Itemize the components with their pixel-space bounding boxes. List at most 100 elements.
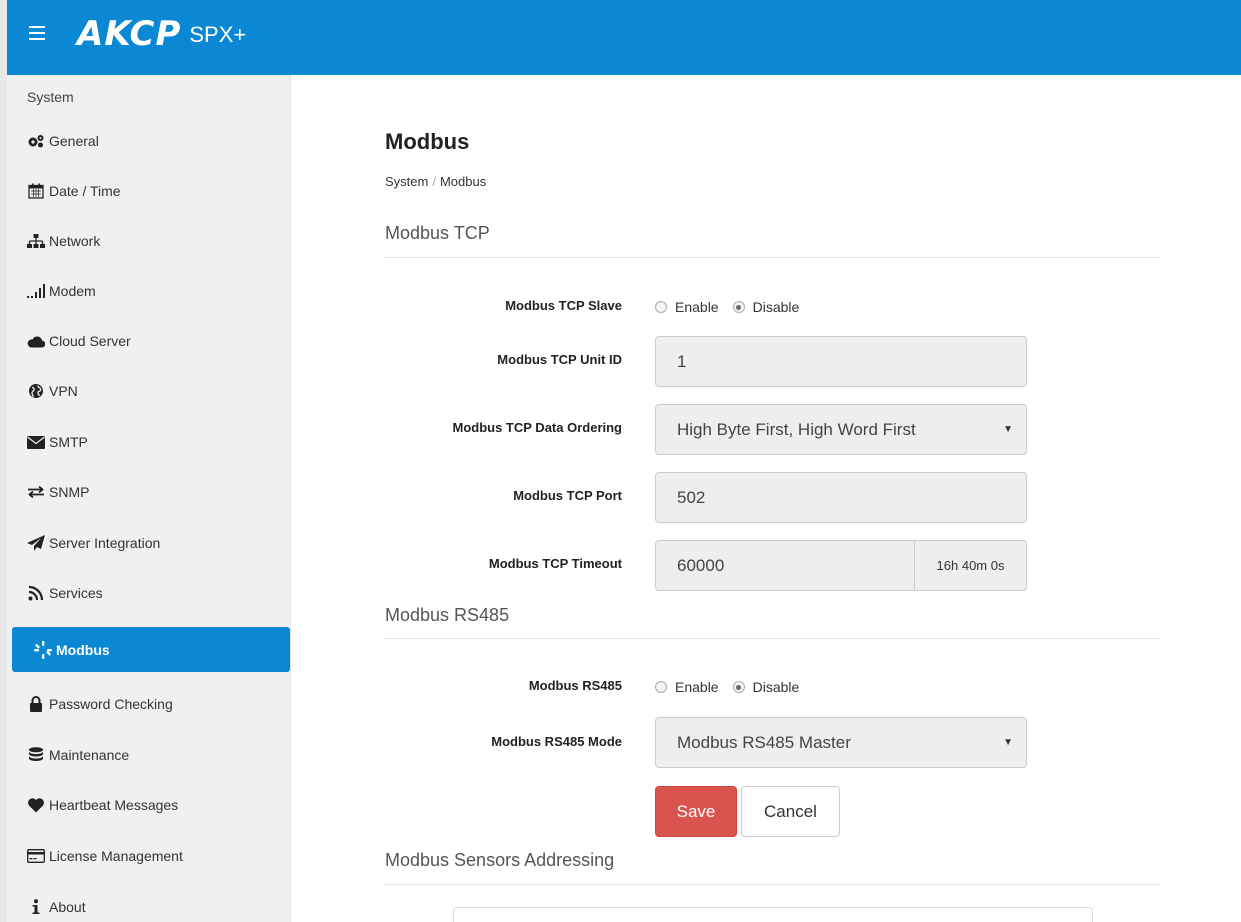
- select-value: Modbus RS485 Master: [677, 732, 851, 752]
- cancel-button[interactable]: Cancel: [741, 786, 840, 837]
- sidebar-item-cloud-server[interactable]: Cloud Server: [27, 326, 131, 356]
- top-navbar: AKCP SPX+: [0, 0, 1241, 75]
- sitemap-icon: [27, 233, 45, 249]
- breadcrumb: System / Modbus: [385, 174, 486, 189]
- database-icon: [27, 747, 45, 763]
- section-divider: [385, 257, 1161, 258]
- sidebar-item-label: Modbus: [56, 641, 110, 658]
- modbus-rs485-enable-radio[interactable]: [655, 681, 667, 693]
- section-divider: [385, 884, 1161, 885]
- app-logo[interactable]: AKCP SPX+: [77, 14, 246, 54]
- sidebar-item-label: Date / Time: [49, 183, 121, 199]
- paper-plane-icon: [27, 535, 45, 551]
- sidebar-item-network[interactable]: Network: [27, 226, 100, 256]
- sidebar-item-label: Modem: [49, 283, 96, 299]
- modbus-tcp-data-ordering-select[interactable]: High Byte First, High Word First ▼: [655, 404, 1027, 455]
- breadcrumb-current: Modbus: [439, 174, 487, 189]
- modbus-tcp-timeout-group: 60000 16h 40m 0s: [655, 540, 1027, 591]
- heart-icon: [27, 797, 45, 813]
- sidebar-item-label: Cloud Server: [49, 333, 131, 349]
- signal-bars-icon: [27, 283, 45, 299]
- gears-icon: [27, 133, 45, 149]
- sidebar-item-label: About: [49, 899, 86, 915]
- modbus-icon: [34, 640, 52, 659]
- chevron-down-icon: ▼: [1003, 737, 1013, 748]
- sidebar-item-general[interactable]: General: [27, 126, 99, 156]
- rss-icon: [27, 585, 45, 601]
- brand-logo: AKCP: [77, 14, 182, 54]
- sidebar-item-about[interactable]: About: [27, 892, 86, 922]
- timeout-readable-addon: 16h 40m 0s: [915, 540, 1027, 591]
- cloud-icon: [27, 333, 45, 349]
- globe-icon: [27, 383, 45, 399]
- sidebar-item-label: Heartbeat Messages: [49, 797, 179, 813]
- envelope-icon: [27, 434, 45, 450]
- modbus-tcp-port-label: Modbus TCP Port: [513, 488, 622, 503]
- sidebar: System General Date / Time Network Modem…: [0, 75, 291, 922]
- modbus-tcp-slave-radio-group: Enable Disable: [655, 299, 813, 315]
- modbus-rs485-radio-group: Enable Disable: [655, 679, 813, 695]
- sensors-addressing-panel: [453, 907, 1093, 922]
- sidebar-item-label: Server Integration: [49, 535, 161, 551]
- radio-label-disable: Disable: [752, 299, 800, 315]
- modbus-tcp-timeout-label: Modbus TCP Timeout: [488, 556, 622, 571]
- sidebar-item-services[interactable]: Services: [27, 578, 103, 608]
- sidebar-section-title: System: [27, 89, 74, 105]
- sidebar-item-server-integration[interactable]: Server Integration: [27, 528, 160, 558]
- modbus-tcp-unit-id-input[interactable]: 1: [655, 336, 1027, 387]
- sidebar-item-label: VPN: [49, 383, 78, 399]
- product-name: SPX+: [189, 22, 247, 47]
- breadcrumb-separator: /: [432, 174, 436, 189]
- info-icon: [27, 899, 45, 915]
- sidebar-item-modem[interactable]: Modem: [27, 276, 96, 306]
- radio-label-disable: Disable: [752, 679, 800, 695]
- sidebar-item-snmp[interactable]: SNMP: [27, 477, 89, 507]
- save-button[interactable]: Save: [655, 786, 737, 837]
- sidebar-item-password-checking[interactable]: Password Checking: [27, 689, 173, 719]
- sidebar-item-label: SNMP: [49, 484, 90, 500]
- input-value: 1: [677, 351, 687, 371]
- modbus-rs485-mode-label: Modbus RS485 Mode: [491, 734, 622, 749]
- modbus-tcp-port-input[interactable]: 502: [655, 472, 1027, 523]
- section-title-modbus-rs485: Modbus RS485: [385, 605, 510, 625]
- sidebar-item-maintenance[interactable]: Maintenance: [27, 740, 129, 770]
- sidebar-item-label: Maintenance: [49, 747, 130, 763]
- modbus-tcp-unit-id-label: Modbus TCP Unit ID: [497, 352, 622, 367]
- sidebar-item-vpn[interactable]: VPN: [27, 376, 78, 406]
- modbus-tcp-timeout-input[interactable]: 60000: [655, 540, 915, 591]
- sidebar-item-license-management[interactable]: License Management: [27, 841, 183, 871]
- section-title-modbus-tcp: Modbus TCP: [385, 223, 490, 243]
- menu-toggle-icon[interactable]: [29, 26, 45, 40]
- calendar-icon: [27, 183, 45, 199]
- sidebar-item-label: SMTP: [49, 434, 88, 450]
- modbus-rs485-disable-radio[interactable]: [732, 681, 745, 693]
- sidebar-item-smtp[interactable]: SMTP: [27, 427, 88, 457]
- select-value: High Byte First, High Word First: [677, 419, 916, 439]
- sidebar-item-label: General: [49, 133, 99, 149]
- lock-icon: [27, 696, 45, 712]
- breadcrumb-parent[interactable]: System: [385, 174, 428, 189]
- modbus-tcp-data-ordering-label: Modbus TCP Data Ordering: [452, 420, 623, 435]
- modbus-rs485-label: Modbus RS485: [528, 678, 622, 693]
- modbus-tcp-slave-enable-radio[interactable]: [655, 301, 667, 313]
- section-title-modbus-sensors-addressing: Modbus Sensors Addressing: [385, 850, 615, 870]
- sidebar-item-modbus[interactable]: Modbus: [12, 627, 290, 672]
- input-value: 502: [677, 487, 706, 507]
- sidebar-item-label: Password Checking: [49, 696, 173, 712]
- modbus-tcp-slave-label: Modbus TCP Slave: [505, 298, 622, 313]
- exchange-icon: [27, 484, 45, 500]
- sidebar-item-label: Network: [49, 233, 101, 249]
- chevron-down-icon: ▼: [1003, 424, 1013, 435]
- modbus-tcp-slave-disable-radio[interactable]: [732, 301, 745, 313]
- sidebar-item-heartbeat-messages[interactable]: Heartbeat Messages: [27, 790, 178, 820]
- credit-card-icon: [27, 848, 45, 864]
- radio-label-enable: Enable: [675, 679, 719, 695]
- input-value: 60000: [677, 555, 725, 575]
- sidebar-item-label: License Management: [49, 848, 183, 864]
- section-divider: [385, 638, 1161, 639]
- modbus-rs485-mode-select[interactable]: Modbus RS485 Master ▼: [655, 717, 1027, 768]
- main-content: Modbus System / Modbus Modbus TCP Modbus T…: [291, 75, 1241, 922]
- page-title: Modbus: [385, 129, 470, 154]
- radio-label-enable: Enable: [675, 299, 719, 315]
- sidebar-item-date-time[interactable]: Date / Time: [27, 176, 121, 206]
